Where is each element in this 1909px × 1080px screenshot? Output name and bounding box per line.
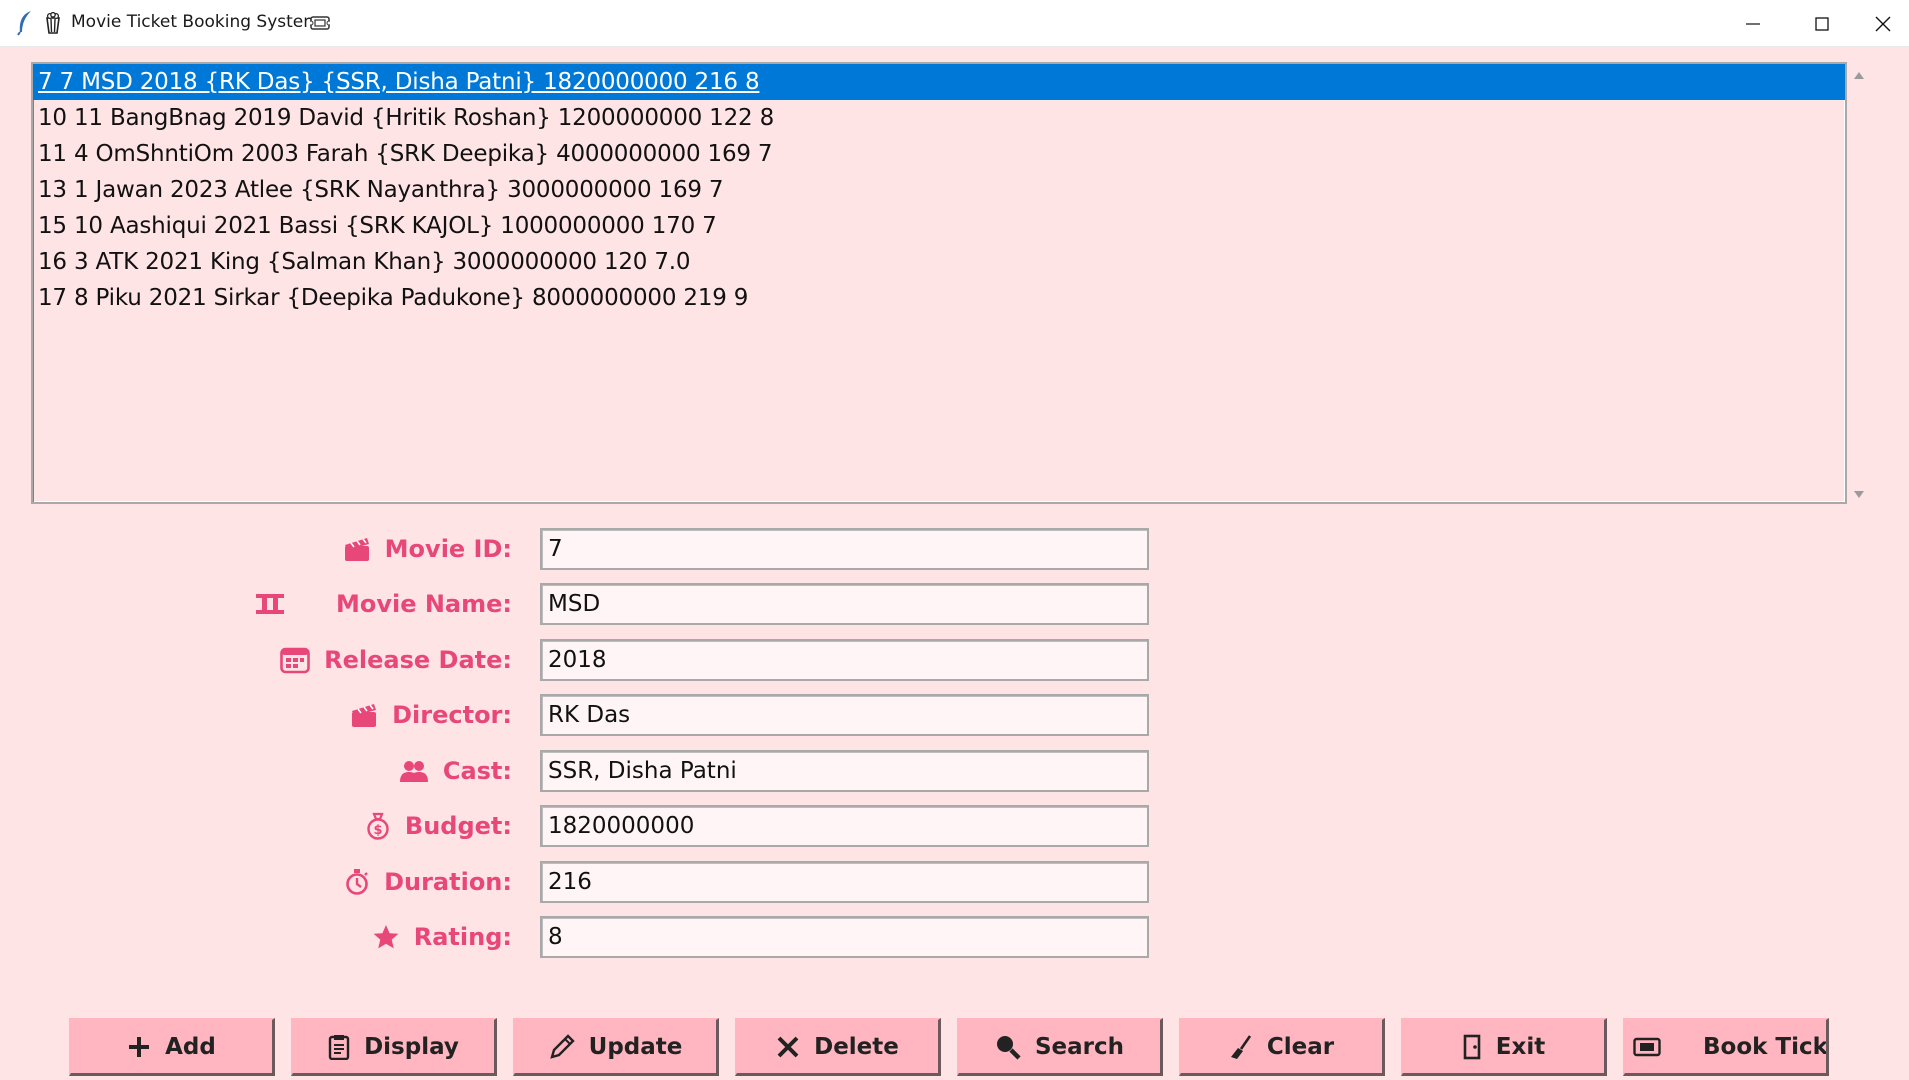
duration-field[interactable] xyxy=(540,861,1149,903)
window-title: Movie Ticket Booking System xyxy=(71,12,320,32)
delete-button[interactable]: Delete xyxy=(735,1018,941,1076)
budget-field[interactable] xyxy=(540,805,1149,847)
feather-icon xyxy=(17,11,31,36)
door-icon xyxy=(1463,1034,1481,1059)
display-button[interactable]: Display xyxy=(291,1018,497,1076)
clear-button[interactable]: Clear xyxy=(1179,1018,1385,1076)
movie-name-label: Movie Name: xyxy=(335,590,512,618)
clapperboard-icon xyxy=(352,704,377,727)
duration-label: Duration: xyxy=(384,868,512,896)
magnifier-icon xyxy=(996,1035,1021,1060)
budget-row: $ Budget: xyxy=(0,805,1200,847)
stopwatch-icon xyxy=(346,869,368,895)
movie-id-label: Movie ID: xyxy=(384,535,512,563)
movie-id-row: Movie ID: xyxy=(0,528,1200,570)
close-button[interactable] xyxy=(1857,0,1909,47)
update-button[interactable]: Update xyxy=(513,1018,719,1076)
budget-label: Budget: xyxy=(404,812,512,840)
minimize-button[interactable] xyxy=(1719,0,1787,47)
list-item[interactable]: 7 7 MSD 2018 {RK Das} {SSR, Disha Patni}… xyxy=(33,64,1845,100)
movie-listbox[interactable]: 7 7 MSD 2018 {RK Das} {SSR, Disha Patni}… xyxy=(31,62,1847,504)
calendar-icon xyxy=(280,647,310,674)
director-row: Director: xyxy=(0,694,1200,736)
director-field[interactable] xyxy=(540,694,1149,736)
film-icon xyxy=(255,594,284,614)
list-item[interactable]: 13 1 Jawan 2023 Atlee {SRK Nayanthra} 30… xyxy=(33,172,1845,208)
list-item[interactable]: 16 3 ATK 2021 King {Salman Khan} 3000000… xyxy=(33,244,1845,280)
scroll-down-arrow-icon[interactable] xyxy=(1853,490,1865,500)
minimize-icon xyxy=(1746,22,1760,25)
list-item[interactable]: 11 4 OmShntiOm 2003 Farah {SRK Deepika} … xyxy=(33,136,1845,172)
list-item[interactable]: 17 8 Piku 2021 Sirkar {Deepika Padukone}… xyxy=(33,280,1845,316)
book-ticket-button[interactable]: Book Ticket xyxy=(1623,1018,1829,1076)
ticket-icon xyxy=(310,16,330,30)
people-icon xyxy=(399,761,428,782)
director-label: Director: xyxy=(392,701,512,729)
clapperboard-icon xyxy=(344,538,369,561)
cast-label: Cast: xyxy=(442,757,512,785)
popcorn-icon xyxy=(46,12,60,34)
maximize-icon xyxy=(1815,16,1829,31)
duration-row: Duration: xyxy=(0,861,1200,903)
rating-row: Rating: xyxy=(0,916,1200,958)
cast-row: Cast: xyxy=(0,750,1200,792)
release-date-label: Release Date: xyxy=(324,646,512,674)
rating-label: Rating: xyxy=(413,923,512,951)
broom-icon xyxy=(1230,1034,1251,1059)
add-button[interactable]: Add xyxy=(69,1018,275,1076)
clipboard-icon xyxy=(328,1034,350,1060)
movie-name-row: Movie Name: xyxy=(0,583,1200,625)
close-icon xyxy=(1875,16,1891,31)
title-bar: Movie Ticket Booking System xyxy=(0,0,1909,47)
movie-id-field[interactable] xyxy=(540,528,1149,570)
release-date-field[interactable] xyxy=(540,639,1149,681)
release-date-row: Release Date: xyxy=(0,639,1200,681)
money-bag-icon: $ xyxy=(367,812,389,840)
pencil-icon xyxy=(549,1033,575,1059)
movie-name-field[interactable] xyxy=(540,583,1149,625)
listbox-scrollbar[interactable] xyxy=(1849,62,1869,504)
star-icon xyxy=(373,925,399,949)
list-item[interactable]: 10 11 BangBnag 2019 David {Hritik Roshan… xyxy=(33,100,1845,136)
cast-field[interactable] xyxy=(540,750,1149,792)
plus-icon xyxy=(129,1036,150,1057)
svg-text:$: $ xyxy=(373,823,382,838)
rating-field[interactable] xyxy=(540,916,1149,958)
x-icon xyxy=(777,1036,799,1057)
list-item[interactable]: 15 10 Aashiqui 2021 Bassi {SRK KAJOL} 10… xyxy=(33,208,1845,244)
scroll-up-arrow-icon[interactable] xyxy=(1853,70,1865,80)
exit-button[interactable]: Exit xyxy=(1401,1018,1607,1076)
ticket-icon xyxy=(1633,1037,1661,1056)
search-button[interactable]: Search xyxy=(957,1018,1163,1076)
maximize-button[interactable] xyxy=(1788,0,1856,47)
